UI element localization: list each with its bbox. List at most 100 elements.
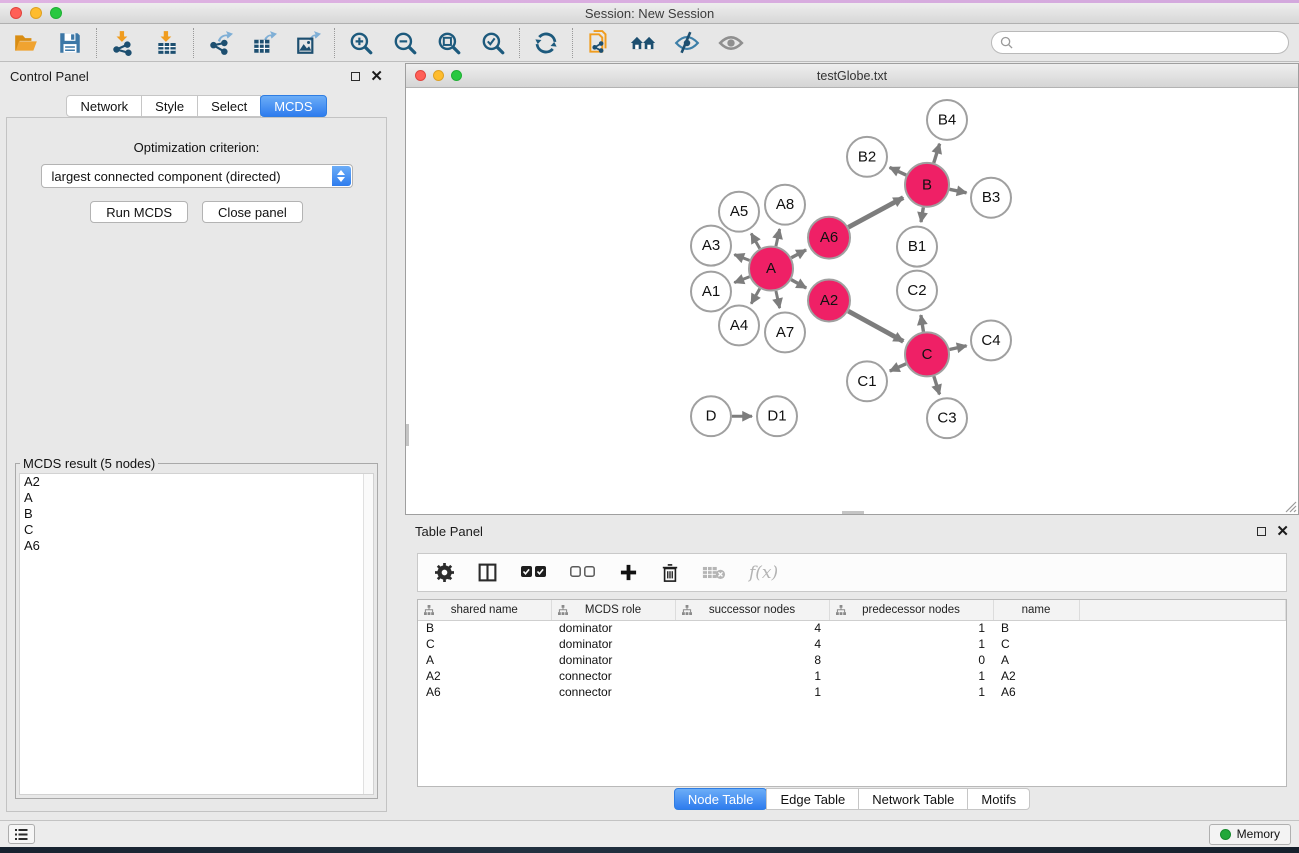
table-cell[interactable]: A	[418, 652, 551, 668]
add-column-button[interactable]	[619, 563, 638, 582]
export-network-button[interactable]	[206, 29, 234, 57]
graph-node-A8[interactable]: A8	[765, 185, 805, 225]
network-canvas[interactable]: B4B2BB3A8A5A6A3B1AA1C2A2A4A7C4CC1C3DD1	[406, 88, 1298, 514]
table-settings-button[interactable]	[435, 563, 454, 582]
task-history-button[interactable]	[8, 824, 35, 844]
graph-edge-B-B4[interactable]	[934, 144, 940, 163]
table-cell[interactable]: 4	[675, 636, 829, 652]
table-cell[interactable]: A6	[418, 684, 551, 700]
function-builder-button[interactable]: f(x)	[749, 563, 778, 583]
table-cell[interactable]: dominator	[551, 636, 675, 652]
graph-edge-A-A4[interactable]	[751, 289, 760, 304]
table-cell[interactable]: connector	[551, 668, 675, 684]
graph-node-A2[interactable]: A2	[808, 280, 850, 322]
mcds-result-item[interactable]: B	[20, 506, 373, 522]
mcds-result-item[interactable]: C	[20, 522, 373, 538]
graph-node-A4[interactable]: A4	[719, 305, 759, 345]
mcds-result-item[interactable]: A	[20, 490, 373, 506]
node-table[interactable]: shared nameMCDS rolesuccessor nodesprede…	[418, 600, 1286, 700]
mcds-result-item[interactable]: A2	[20, 474, 373, 490]
save-session-button[interactable]	[56, 29, 84, 57]
table-cell[interactable]: 1	[829, 620, 993, 636]
graph-edge-A-A2[interactable]	[791, 280, 806, 288]
destroy-table-button[interactable]	[702, 565, 726, 580]
table-tab-node-table[interactable]: Node Table	[674, 788, 768, 810]
tab-select[interactable]: Select	[197, 95, 261, 117]
graph-node-B4[interactable]: B4	[927, 100, 967, 140]
apply-layout-button[interactable]	[532, 29, 560, 57]
graph-edge-A2-C[interactable]	[848, 311, 903, 341]
graph-edge-B-B3[interactable]	[950, 189, 967, 192]
graph-node-A6[interactable]: A6	[808, 217, 850, 259]
table-cell[interactable]: 0	[829, 652, 993, 668]
tab-network[interactable]: Network	[66, 95, 142, 117]
network-minimize-button[interactable]	[433, 70, 444, 81]
graph-edge-C-C3[interactable]	[934, 376, 940, 394]
show-panel-button[interactable]	[717, 29, 745, 57]
graph-node-B[interactable]: B	[905, 163, 949, 207]
graph-node-A5[interactable]: A5	[719, 192, 759, 232]
table-cell[interactable]: C	[418, 636, 551, 652]
graph-edge-A-A5[interactable]	[751, 233, 760, 248]
export-table-button[interactable]	[250, 29, 278, 57]
graph-edge-A-A8[interactable]	[776, 229, 780, 246]
search-input[interactable]	[1019, 36, 1280, 50]
column-header-predecessor-nodes[interactable]: predecessor nodes	[829, 600, 993, 620]
graph-node-B3[interactable]: B3	[971, 178, 1011, 218]
mcds-result-list[interactable]: A2ABCA6	[19, 473, 374, 795]
table-cell[interactable]: A6	[993, 684, 1079, 700]
graph-node-D1[interactable]: D1	[757, 396, 797, 436]
criterion-dropdown[interactable]: largest connected component (directed)	[41, 164, 353, 188]
column-header-name[interactable]: name	[993, 600, 1079, 620]
column-header-MCDS-role[interactable]: MCDS role	[551, 600, 675, 620]
graph-node-C4[interactable]: C4	[971, 320, 1011, 360]
graph-edge-A-A6[interactable]	[791, 250, 806, 258]
deselect-all-button[interactable]	[570, 566, 596, 579]
table-cell[interactable]: A	[993, 652, 1079, 668]
network-maximize-button[interactable]	[451, 70, 462, 81]
close-window-button[interactable]	[10, 7, 22, 19]
table-row[interactable]: Adominator80A	[418, 652, 1286, 668]
graph-edge-B-B2[interactable]	[890, 167, 907, 175]
graph-edge-A-A3[interactable]	[734, 255, 749, 261]
tab-style[interactable]: Style	[141, 95, 198, 117]
close-table-panel-icon[interactable]: ✕	[1276, 524, 1289, 539]
graph-node-C2[interactable]: C2	[897, 271, 937, 311]
close-panel-button[interactable]: Close panel	[202, 201, 303, 223]
table-cell[interactable]: 8	[675, 652, 829, 668]
table-row[interactable]: A2connector11A2	[418, 668, 1286, 684]
graph-edge-C-C1[interactable]	[890, 364, 906, 371]
tab-mcds[interactable]: MCDS	[260, 95, 326, 117]
minimize-window-button[interactable]	[30, 7, 42, 19]
graph-node-A1[interactable]: A1	[691, 272, 731, 312]
graph-edge-A-A7[interactable]	[776, 291, 780, 308]
export-image-button[interactable]	[294, 29, 322, 57]
column-header-successor-nodes[interactable]: successor nodes	[675, 600, 829, 620]
vertical-scroll-indicator[interactable]	[406, 424, 409, 446]
table-cell[interactable]: connector	[551, 684, 675, 700]
graph-node-B1[interactable]: B1	[897, 227, 937, 267]
graph-node-C3[interactable]: C3	[927, 398, 967, 438]
close-panel-icon[interactable]: ✕	[370, 69, 383, 84]
column-header-shared-name[interactable]: shared name	[418, 600, 551, 620]
table-row[interactable]: Bdominator41B	[418, 620, 1286, 636]
home-button[interactable]	[629, 29, 657, 57]
graph-edge-C-C2[interactable]	[921, 315, 924, 332]
graph-edge-C-C4[interactable]	[949, 346, 966, 350]
graph-node-A7[interactable]: A7	[765, 312, 805, 352]
network-close-button[interactable]	[415, 70, 426, 81]
table-cell[interactable]: 1	[829, 684, 993, 700]
table-row[interactable]: Cdominator41C	[418, 636, 1286, 652]
table-tab-motifs[interactable]: Motifs	[967, 788, 1030, 810]
select-all-button[interactable]	[521, 566, 547, 579]
table-cell[interactable]: B	[418, 620, 551, 636]
table-cell[interactable]: A2	[418, 668, 551, 684]
delete-column-button[interactable]	[661, 563, 679, 583]
column-browser-button[interactable]	[477, 562, 498, 583]
graph-node-C[interactable]: C	[905, 332, 949, 376]
graph-edge-A6-B[interactable]	[848, 198, 903, 228]
new-network-from-selection-button[interactable]	[585, 29, 613, 57]
mcds-result-item[interactable]: A6	[20, 538, 373, 554]
table-cell[interactable]: B	[993, 620, 1079, 636]
horizontal-scroll-indicator[interactable]	[842, 511, 864, 514]
